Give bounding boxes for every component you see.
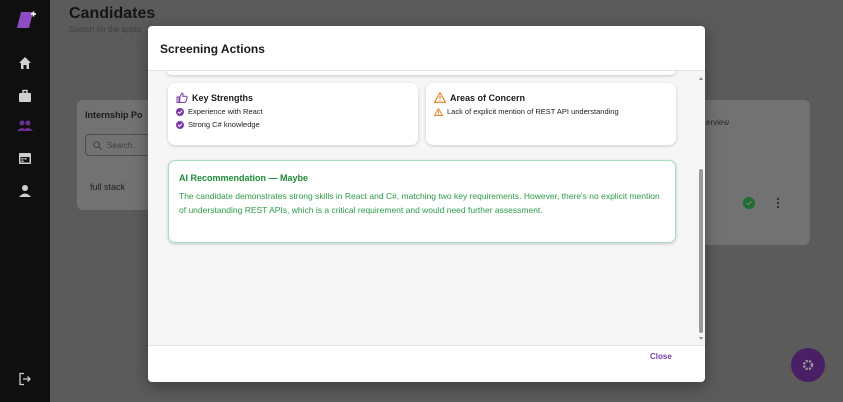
previous-panel [166, 71, 676, 75]
more-vertical-icon[interactable] [775, 196, 781, 210]
areas-of-concern-title: Areas of Concern [450, 92, 526, 103]
ai-recommendation-title: AI Recommendation — Maybe [179, 173, 309, 183]
strength-item: Strong C# knowledge [176, 120, 410, 129]
warning-icon [434, 92, 446, 103]
ai-recommendation-panel: AI Recommendation — Maybe The candidate … [168, 160, 676, 243]
areas-of-concern-heading: Areas of Concern [434, 92, 668, 103]
search-placeholder: Search... [107, 140, 140, 150]
gear-icon [802, 359, 814, 371]
briefcase-icon[interactable] [14, 85, 36, 107]
dialog-scroll-area[interactable]: Key Strengths Experience with React Stro… [148, 71, 705, 345]
key-strengths-panel: Key Strengths Experience with React Stro… [168, 83, 418, 145]
sidebar [0, 0, 50, 402]
search-icon [93, 140, 102, 150]
concern-item: Lack of explicit mention of REST API und… [434, 107, 668, 116]
ai-recommendation-text: The candidate demonstrates strong skills… [179, 191, 660, 215]
dialog-scrollbar[interactable] [697, 71, 705, 345]
settings-fab-button[interactable] [791, 348, 825, 382]
key-strengths-heading: Key Strengths [176, 92, 410, 103]
home-icon[interactable] [14, 52, 36, 74]
app-logo [15, 10, 37, 30]
divider [148, 345, 705, 346]
page-subtitle: Search for the applic [69, 25, 143, 34]
check-circle-icon [176, 120, 184, 129]
strength-text: Experience with React [188, 107, 263, 116]
screening-actions-dialog: Screening Actions Key Strengths Experien… [148, 26, 705, 382]
thumbs-up-icon [176, 92, 188, 103]
check-circle-icon [743, 197, 755, 209]
close-button[interactable]: Close [650, 352, 672, 361]
users-icon[interactable] [14, 115, 36, 137]
strength-item: Experience with React [176, 107, 410, 116]
calendar-icon[interactable] [14, 147, 36, 169]
person-icon[interactable] [14, 180, 36, 202]
areas-of-concern-panel: Areas of Concern Lack of explicit mentio… [426, 83, 676, 145]
list-item[interactable]: full stack [90, 182, 125, 192]
check-circle-icon [176, 107, 184, 116]
logout-icon[interactable] [14, 368, 36, 390]
card-title: Internship Po [85, 110, 143, 120]
warning-icon [434, 107, 443, 116]
dialog-title: Screening Actions [160, 42, 265, 56]
page-title: Candidates [69, 5, 156, 22]
overview-card: erview [700, 100, 810, 245]
key-strengths-title: Key Strengths [192, 92, 254, 103]
strength-text: Strong C# knowledge [188, 120, 260, 129]
concern-text: Lack of explicit mention of REST API und… [447, 107, 619, 116]
column-header: erview [706, 118, 730, 127]
